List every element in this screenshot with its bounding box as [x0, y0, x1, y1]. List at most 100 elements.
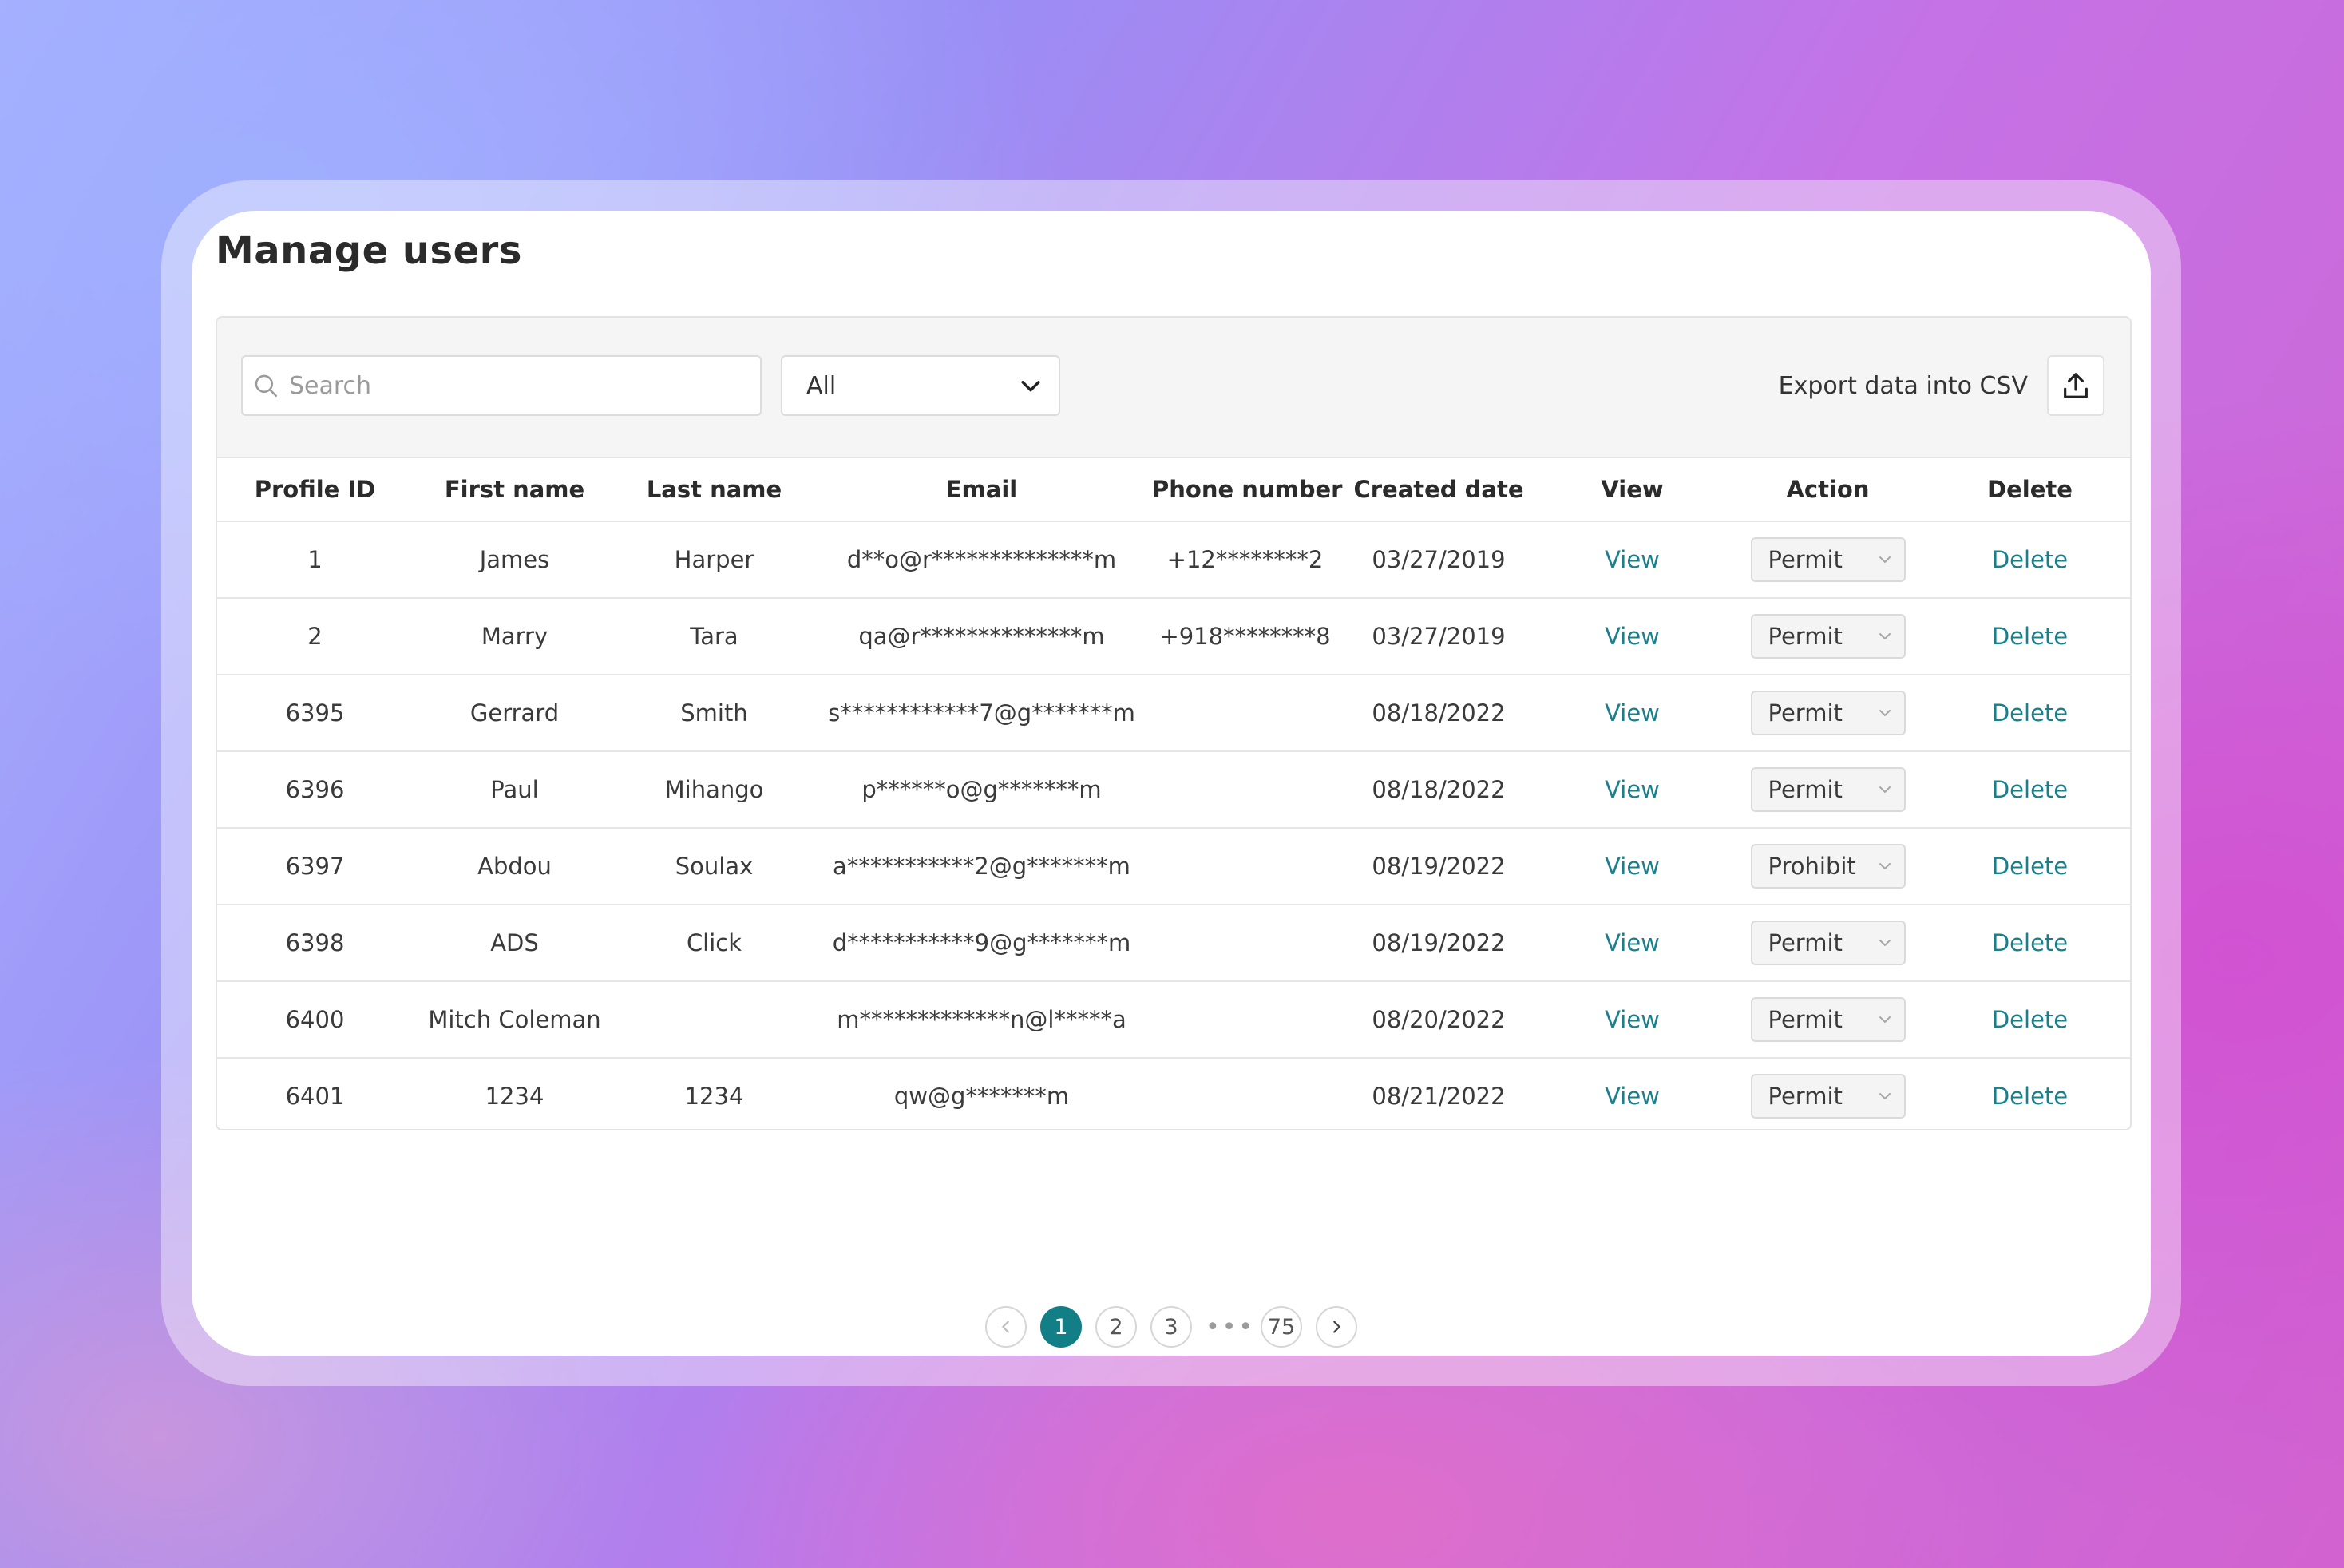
- pagination-ellipsis: •••: [1206, 1313, 1256, 1341]
- delete-link[interactable]: Delete: [1992, 699, 2068, 727]
- view-link[interactable]: View: [1605, 776, 1660, 803]
- cell-last-name: Smith: [616, 675, 812, 752]
- view-link[interactable]: View: [1605, 929, 1660, 956]
- page-button-2[interactable]: 2: [1095, 1306, 1137, 1348]
- action-select-value: Permit: [1768, 699, 1843, 727]
- cell-last-name: Harper: [616, 521, 812, 599]
- filter-select[interactable]: All: [781, 355, 1060, 416]
- cell-created-date: 03/27/2019: [1339, 521, 1538, 599]
- cell-email: d***********9@g*******m: [812, 905, 1151, 982]
- table-row: 6400 Mitch Coleman m*************n@l*****a…: [217, 981, 2130, 1059]
- action-select-value: Permit: [1768, 929, 1843, 956]
- export-csv-label[interactable]: Export data into CSV: [1779, 372, 2028, 400]
- toolbar: All Export data into CSV: [217, 318, 2130, 458]
- cell-profile-id: 1: [217, 521, 413, 599]
- export-group: Export data into CSV: [1779, 355, 2104, 416]
- delete-link[interactable]: Delete: [1992, 929, 2068, 956]
- page-button-1[interactable]: 1: [1040, 1306, 1082, 1348]
- view-link[interactable]: View: [1605, 546, 1660, 573]
- view-link[interactable]: View: [1605, 699, 1660, 727]
- cell-action: Permit: [1726, 598, 1930, 675]
- cell-email: a***********2@g*******m: [812, 828, 1151, 905]
- next-page-button[interactable]: [1316, 1306, 1357, 1348]
- chevron-down-icon: [1879, 556, 1891, 563]
- table-row: 2 Marry Tara qa@r**************m +918*******…: [217, 598, 2130, 675]
- cell-profile-id: 6400: [217, 981, 413, 1059]
- action-select[interactable]: Permit: [1750, 1074, 1906, 1119]
- users-panel: All Export data into CSV: [216, 316, 2132, 1130]
- page-button-3[interactable]: 3: [1150, 1306, 1192, 1348]
- export-csv-button[interactable]: [2047, 355, 2104, 416]
- table-body: 1 James Harper d**o@r**************m +12****…: [217, 521, 2130, 1129]
- action-select[interactable]: Permit: [1750, 921, 1906, 965]
- cell-created-date: 08/18/2022: [1339, 751, 1538, 829]
- cell-view: View: [1538, 1058, 1726, 1129]
- table-header-row: Profile ID First name Last name Email Ph…: [217, 458, 2130, 522]
- chevron-down-icon: [1879, 710, 1891, 716]
- view-link[interactable]: View: [1605, 1006, 1660, 1033]
- cell-first-name: ADS: [413, 905, 616, 982]
- cell-phone-number: [1151, 675, 1339, 752]
- table-row: 6398 ADS Click d***********9@g*******m 08/19…: [217, 905, 2130, 982]
- action-select[interactable]: Prohibit: [1750, 844, 1906, 889]
- delete-link[interactable]: Delete: [1992, 853, 2068, 880]
- column-header-created-date: Created date: [1339, 458, 1538, 522]
- cell-first-name: Gerrard: [413, 675, 616, 752]
- cell-delete: Delete: [1930, 1058, 2130, 1129]
- cell-phone-number: [1151, 905, 1339, 982]
- delete-link[interactable]: Delete: [1992, 546, 2068, 573]
- cell-first-name: 1234: [413, 1058, 616, 1129]
- cell-phone-number: +918********8: [1151, 598, 1339, 675]
- action-select[interactable]: Permit: [1750, 537, 1906, 582]
- previous-page-button[interactable]: [985, 1306, 1027, 1348]
- cell-last-name: Click: [616, 905, 812, 982]
- cell-view: View: [1538, 981, 1726, 1059]
- action-select[interactable]: Permit: [1750, 997, 1906, 1042]
- cell-action: Permit: [1726, 675, 1930, 752]
- cell-phone-number: [1151, 751, 1339, 829]
- cell-delete: Delete: [1930, 981, 2130, 1059]
- page-button-last[interactable]: 75: [1261, 1306, 1302, 1348]
- action-select-value: Permit: [1768, 776, 1843, 803]
- table-row: 6396 Paul Mihango p******o@g*******m 08/18/2…: [217, 751, 2130, 829]
- cell-first-name: Abdou: [413, 828, 616, 905]
- cell-view: View: [1538, 751, 1726, 829]
- action-select[interactable]: Permit: [1750, 767, 1906, 812]
- cell-view: View: [1538, 828, 1726, 905]
- column-header-delete: Delete: [1930, 458, 2130, 522]
- cell-profile-id: 2: [217, 598, 413, 675]
- page-title: Manage users: [216, 228, 522, 273]
- cell-delete: Delete: [1930, 751, 2130, 829]
- cell-email: qa@r**************m: [812, 598, 1151, 675]
- delete-link[interactable]: Delete: [1992, 776, 2068, 803]
- table-row: 6395 Gerrard Smith s************7@g*******m…: [217, 675, 2130, 752]
- view-link[interactable]: View: [1605, 623, 1660, 650]
- column-header-profile-id: Profile ID: [217, 458, 413, 522]
- column-header-first-name: First name: [413, 458, 616, 522]
- view-link[interactable]: View: [1605, 853, 1660, 880]
- cell-profile-id: 6395: [217, 675, 413, 752]
- action-select[interactable]: Permit: [1750, 614, 1906, 659]
- chevron-down-icon: [1879, 633, 1891, 639]
- delete-link[interactable]: Delete: [1992, 1006, 2068, 1033]
- cell-profile-id: 6396: [217, 751, 413, 829]
- cell-action: Permit: [1726, 751, 1930, 829]
- search-icon: [255, 374, 278, 398]
- action-select-value: Permit: [1768, 623, 1843, 650]
- action-select-value: Permit: [1768, 1083, 1843, 1110]
- cell-phone-number: [1151, 828, 1339, 905]
- cell-created-date: 08/19/2022: [1339, 905, 1538, 982]
- search-input[interactable]: [287, 370, 738, 401]
- cell-action: Permit: [1726, 1058, 1930, 1129]
- cell-email: s************7@g*******m: [812, 675, 1151, 752]
- view-link[interactable]: View: [1605, 1083, 1660, 1110]
- manage-users-card: Manage users All Export data into CSV: [192, 211, 2151, 1356]
- delete-link[interactable]: Delete: [1992, 1083, 2068, 1110]
- delete-link[interactable]: Delete: [1992, 623, 2068, 650]
- cell-email: d**o@r**************m: [812, 521, 1151, 599]
- filter-select-value: All: [806, 371, 837, 400]
- cell-action: Permit: [1726, 981, 1930, 1059]
- column-header-view: View: [1538, 458, 1726, 522]
- search-box[interactable]: [241, 355, 762, 416]
- action-select[interactable]: Permit: [1750, 691, 1906, 735]
